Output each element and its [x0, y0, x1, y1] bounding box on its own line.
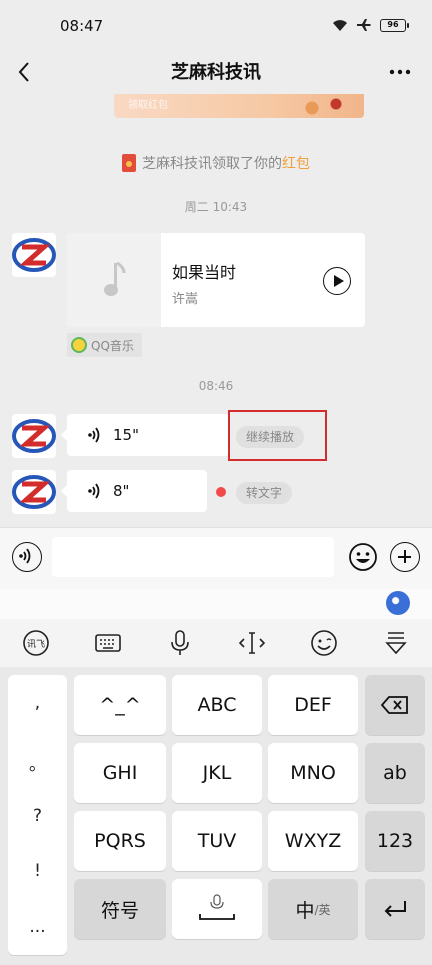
red-packet-icon — [122, 154, 136, 172]
svg-text:讯飞: 讯飞 — [27, 639, 45, 650]
key-tuv[interactable]: TUV — [172, 811, 262, 871]
more-options-icon[interactable] — [386, 58, 414, 86]
key-ghi[interactable]: GHI — [74, 743, 166, 803]
punctuation-key[interactable]: 。 — [8, 750, 67, 775]
emoji-icon[interactable] — [348, 542, 378, 572]
key-mno[interactable]: MNO — [268, 743, 358, 803]
voice-wave-icon — [19, 548, 31, 564]
music-note-icon — [104, 261, 126, 296]
keyboard-icon[interactable] — [94, 629, 122, 657]
punctuation-key[interactable]: ! — [8, 861, 67, 881]
key-emoticon[interactable]: ^_^ — [74, 675, 166, 735]
add-more-button[interactable] — [390, 542, 420, 572]
highlight-box — [228, 410, 327, 461]
space-mic-icon — [199, 894, 235, 920]
key-pqrs[interactable]: PQRS — [74, 811, 166, 871]
microphone-icon[interactable] — [166, 629, 194, 657]
music-card[interactable]: 如果当时 许嵩 — [67, 233, 365, 327]
convert-to-text-button[interactable]: 转文字 — [236, 482, 293, 504]
language-switch-key[interactable]: 中/英 — [268, 879, 358, 939]
unread-dot — [216, 487, 226, 497]
status-icons: 96 — [332, 18, 409, 32]
chat-input-bar — [0, 527, 432, 589]
music-source-label: QQ音乐 — [91, 338, 134, 353]
chat-title: 芝麻科技讯 — [171, 62, 261, 83]
red-packet-illustration — [294, 96, 354, 116]
ime-mascot-icon[interactable] — [386, 591, 410, 615]
ime-candidate-bar — [0, 589, 432, 619]
cursor-move-icon[interactable] — [238, 629, 266, 657]
punctuation-key[interactable]: , — [8, 693, 67, 713]
voice-wave-icon — [88, 483, 100, 499]
key-jkl[interactable]: JKL — [172, 743, 262, 803]
emoji-icon[interactable] — [310, 629, 338, 657]
punctuation-key[interactable]: ? — [8, 806, 67, 826]
ime-toolbar: 讯飞 — [0, 619, 432, 667]
avatar[interactable] — [12, 233, 56, 277]
voice-input-button[interactable] — [12, 542, 42, 572]
voice-duration: 8" — [113, 482, 130, 500]
avatar[interactable] — [12, 414, 56, 458]
space-key[interactable] — [172, 879, 262, 939]
airplane-icon — [357, 19, 371, 31]
backspace-key[interactable] — [365, 675, 425, 735]
ime-logo-icon[interactable]: 讯飞 — [22, 629, 50, 657]
play-icon[interactable] — [323, 267, 351, 295]
avatar[interactable] — [12, 470, 56, 514]
qq-music-icon — [71, 337, 87, 353]
red-packet-link[interactable]: 红包 — [282, 156, 310, 172]
status-time: 08:47 — [60, 17, 104, 35]
contact-avatar-logo — [12, 475, 56, 509]
enter-key[interactable] — [365, 879, 425, 939]
key-def[interactable]: DEF — [268, 675, 358, 735]
keyboard: , 。 ? ! ... ^_^ ABC DEF GHI JKL MNO ab P… — [0, 667, 432, 965]
voice-message-bubble[interactable]: 15" — [61, 414, 229, 456]
battery-icon: 96 — [380, 18, 409, 32]
message-input[interactable] — [52, 537, 334, 577]
key-wxyz[interactable]: WXYZ — [268, 811, 358, 871]
music-source-tag[interactable]: QQ音乐 — [67, 333, 142, 357]
wifi-icon — [333, 19, 347, 31]
punctuation-column[interactable]: , 。 ? ! ... — [8, 675, 67, 955]
song-artist: 许嵩 — [172, 292, 199, 307]
punctuation-key[interactable]: ... — [8, 917, 67, 937]
notice-text: 芝麻科技讯领取了你的 — [142, 156, 282, 172]
collapse-keyboard-icon[interactable] — [382, 629, 410, 657]
contact-avatar-logo — [12, 238, 56, 272]
contact-avatar-logo — [12, 419, 56, 453]
voice-wave-icon — [88, 427, 100, 443]
key-123[interactable]: 123 — [365, 811, 425, 871]
red-packet-card-text: 领取红包 — [128, 100, 168, 111]
backspace-icon — [381, 696, 408, 714]
key-ab[interactable]: ab — [365, 743, 425, 803]
voice-duration: 15" — [113, 426, 139, 444]
enter-icon — [384, 901, 406, 917]
timestamp: 08:46 — [198, 379, 234, 393]
music-cover — [67, 233, 161, 327]
key-symbols[interactable]: 符号 — [74, 879, 166, 939]
status-bar: 08:47 96 — [0, 0, 432, 50]
chat-header: 芝麻科技讯 — [0, 50, 432, 94]
timestamp: 周二 10:43 — [184, 200, 248, 214]
language-sub-label: /英 — [314, 902, 331, 917]
voice-message-bubble[interactable]: 8" — [61, 470, 207, 512]
language-main-label: 中 — [295, 899, 315, 922]
song-title: 如果当时 — [172, 263, 237, 282]
key-abc[interactable]: ABC — [172, 675, 262, 735]
red-packet-notice: 芝麻科技讯领取了你的红包 — [0, 153, 432, 173]
red-packet-card[interactable]: 领取红包 — [114, 94, 364, 118]
